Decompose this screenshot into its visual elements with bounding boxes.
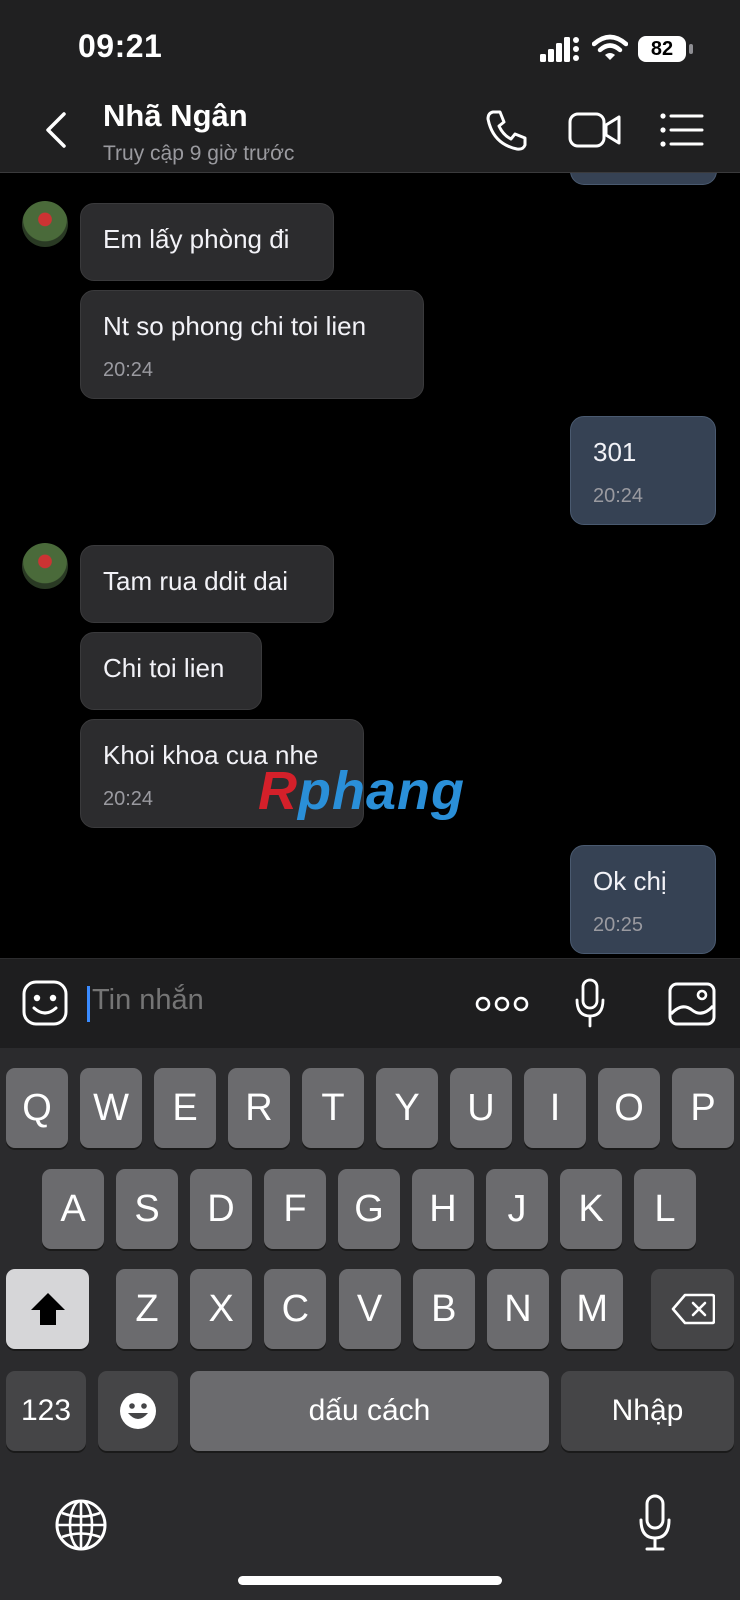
message-bubble-incoming[interactable]: Chi toi lien — [80, 632, 262, 710]
key-c[interactable]: C — [264, 1269, 327, 1349]
message-text: 301 — [593, 437, 637, 467]
key-d[interactable]: D — [190, 1169, 252, 1249]
last-seen-status: Truy cập 9 giờ trước — [103, 142, 295, 165]
voice-message-microphone-icon[interactable] — [574, 978, 606, 1030]
key-t[interactable]: T — [302, 1068, 364, 1148]
key-o[interactable]: O — [598, 1068, 660, 1148]
cellular-signal-icon — [540, 37, 579, 62]
backspace-icon — [671, 1293, 715, 1325]
chat-options-menu-icon[interactable] — [660, 112, 704, 148]
battery-icon: 82 — [638, 36, 694, 62]
watermark-letter: R — [258, 761, 298, 821]
battery-level: 82 — [650, 37, 674, 60]
key-n[interactable]: N — [487, 1269, 549, 1349]
video-call-icon[interactable] — [568, 110, 622, 150]
key-z[interactable]: Z — [116, 1269, 178, 1349]
watermark-word: phang — [298, 761, 465, 821]
key-a[interactable]: A — [42, 1169, 104, 1249]
space-key-label: dấu cách — [308, 1394, 431, 1427]
phone-call-icon[interactable] — [485, 108, 529, 152]
contact-avatar[interactable] — [22, 543, 68, 589]
message-input[interactable] — [90, 983, 444, 1018]
message-time: 20:24 — [103, 788, 154, 810]
message-bubble-incoming[interactable]: Tam rua ddit dai — [80, 545, 334, 623]
back-chevron-icon[interactable] — [40, 110, 74, 150]
key-j[interactable]: J — [486, 1169, 548, 1249]
message-bubble-outgoing[interactable]: Ok chị 20:25 — [570, 845, 716, 954]
key-l[interactable]: L — [634, 1169, 696, 1249]
contact-name[interactable]: Nhã Ngân — [103, 98, 248, 134]
key-g[interactable]: G — [338, 1169, 400, 1249]
emoji-face-icon — [120, 1393, 156, 1429]
message-time: 20:24 — [593, 485, 644, 507]
message-bubble-outgoing[interactable]: 301 20:24 — [570, 416, 716, 525]
key-r[interactable]: R — [228, 1068, 290, 1148]
message-text: Nt so phong chi toi lien — [103, 311, 367, 341]
key-u[interactable]: U — [450, 1068, 512, 1148]
home-indicator[interactable] — [238, 1576, 502, 1585]
numbers-key-label: 123 — [20, 1394, 72, 1427]
key-x[interactable]: X — [190, 1269, 253, 1349]
key-q[interactable]: Q — [6, 1068, 68, 1148]
message-text: Tam rua ddit dai — [103, 566, 288, 596]
key-k[interactable]: K — [560, 1169, 622, 1249]
backspace-key[interactable] — [651, 1269, 734, 1349]
message-text: Chi toi lien — [103, 653, 225, 683]
message-text: Ok chị — [593, 866, 667, 896]
key-y[interactable]: Y — [376, 1068, 438, 1148]
message-time: 20:24 — [103, 359, 154, 381]
emoji-key[interactable] — [98, 1371, 178, 1451]
key-s[interactable]: S — [116, 1169, 178, 1249]
message-text: Em lấy phòng đi — [103, 224, 290, 254]
message-bubble-incoming[interactable]: Em lấy phòng đi — [80, 203, 334, 281]
key-f[interactable]: F — [264, 1169, 326, 1249]
key-i[interactable]: I — [524, 1068, 586, 1148]
wifi-icon — [592, 34, 628, 60]
numbers-key[interactable]: 123 — [6, 1371, 86, 1451]
key-e[interactable]: E — [154, 1068, 216, 1148]
return-key[interactable]: Nhập — [561, 1371, 734, 1451]
more-options-icon[interactable] — [475, 994, 529, 1014]
shift-arrow-icon — [30, 1293, 65, 1325]
return-key-label: Nhập — [611, 1394, 684, 1427]
key-w[interactable]: W — [80, 1068, 142, 1148]
key-b[interactable]: B — [412, 1269, 475, 1349]
key-h[interactable]: H — [412, 1169, 474, 1249]
shift-key[interactable] — [6, 1269, 89, 1349]
watermark-logo: Rphang — [258, 760, 465, 822]
key-p[interactable]: P — [672, 1068, 734, 1148]
text-cursor — [87, 986, 90, 1022]
sticker-emoji-icon[interactable] — [22, 980, 68, 1026]
contact-avatar[interactable] — [22, 201, 68, 247]
status-time: 09:21 — [78, 28, 163, 64]
dictation-microphone-icon[interactable] — [638, 1494, 672, 1552]
image-gallery-icon[interactable] — [668, 982, 716, 1026]
message-time: 20:25 — [593, 914, 644, 936]
globe-language-icon[interactable] — [54, 1498, 108, 1552]
space-key[interactable]: dấu cách — [190, 1371, 549, 1451]
key-v[interactable]: V — [338, 1269, 401, 1349]
key-m[interactable]: M — [561, 1269, 624, 1349]
message-bubble-incoming[interactable]: Nt so phong chi toi lien 20:24 — [80, 290, 424, 399]
